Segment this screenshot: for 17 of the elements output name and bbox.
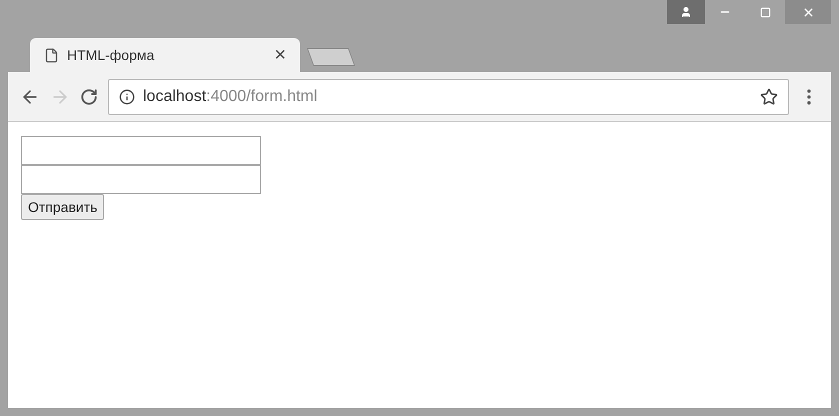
bookmark-star-icon[interactable] xyxy=(760,88,778,106)
submit-button[interactable]: Отправить xyxy=(21,194,104,220)
user-icon xyxy=(680,6,692,18)
url-text: localhost:4000/form.html xyxy=(143,86,318,106)
text-input-field[interactable] xyxy=(21,136,261,165)
reload-icon[interactable] xyxy=(80,88,98,106)
tab-close-button[interactable]: × xyxy=(274,45,286,65)
close-window-button[interactable] xyxy=(785,0,831,24)
text-input-field[interactable] xyxy=(21,165,261,194)
info-icon xyxy=(119,88,135,104)
maximize-icon xyxy=(760,6,770,18)
profile-button[interactable] xyxy=(667,0,705,24)
tab-title: HTML-форма xyxy=(67,46,156,65)
address-bar[interactable]: localhost:4000/form.html xyxy=(108,78,789,114)
close-icon xyxy=(802,6,814,18)
page-icon xyxy=(44,48,59,62)
browser-tab[interactable]: HTML-форма × xyxy=(30,38,300,72)
